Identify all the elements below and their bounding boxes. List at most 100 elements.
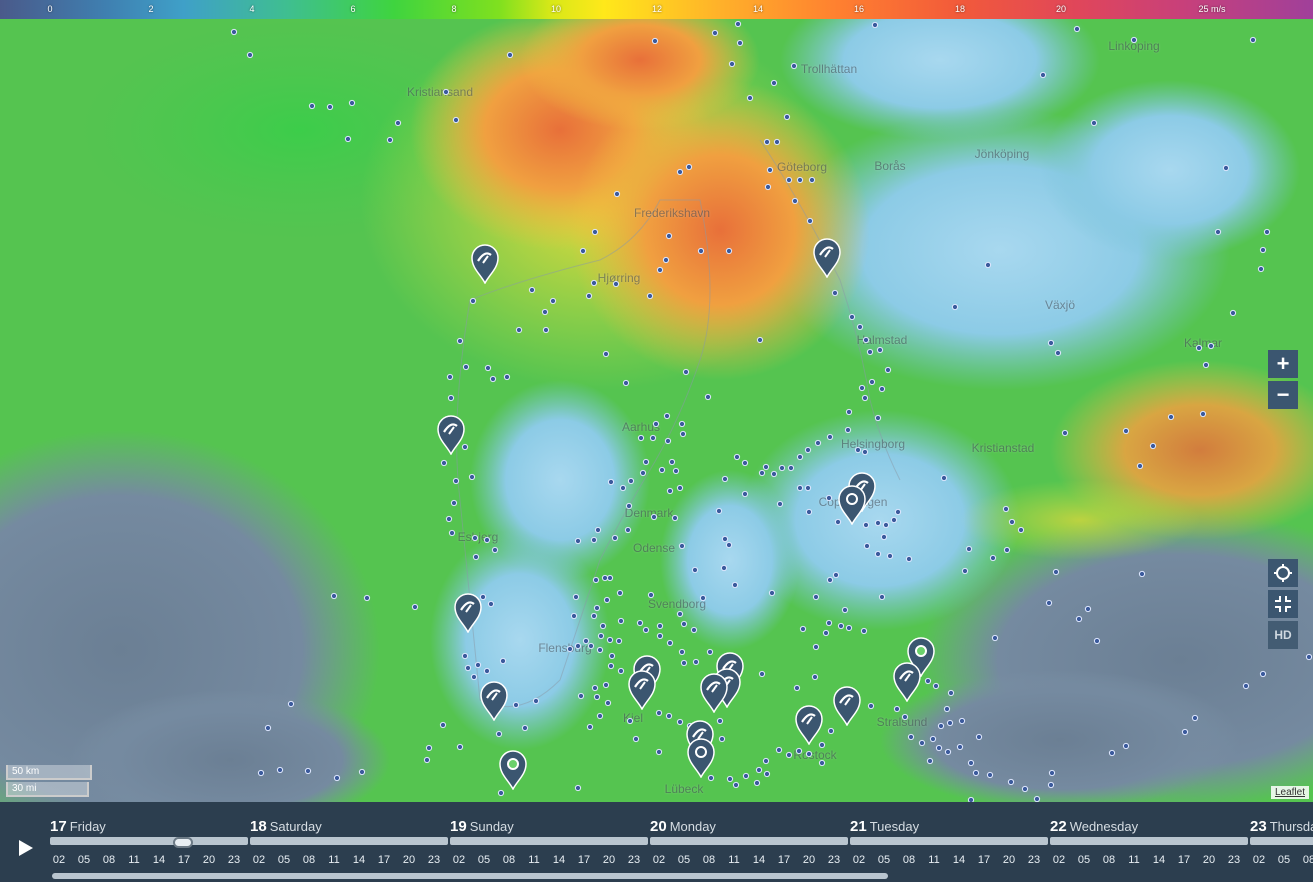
hour-label: 08 [502,854,516,866]
hour-label: 17 [577,854,591,866]
hour-label: 20 [1202,854,1216,866]
hour-label: 14 [1152,854,1166,866]
hour-label: 14 [552,854,566,866]
hd-toggle[interactable]: HD [1268,621,1298,649]
fullscreen-button[interactable] [1268,590,1298,618]
legend-tick: 0 [47,4,53,14]
hour-label: 23 [627,854,641,866]
legend-tick: 12 [651,4,663,14]
hour-label: 11 [728,854,740,866]
legend-tick: 16 [853,4,865,14]
weather-station-pin[interactable] [479,681,509,721]
day-number: 18 [250,818,267,835]
hour-label: 05 [1277,854,1291,866]
day-number: 22 [1050,818,1067,835]
hour-label: 23 [427,854,441,866]
weather-station-pin[interactable] [812,238,842,278]
hour-label: 17 [977,854,991,866]
timeline-scrollbar[interactable] [52,873,888,879]
day-track[interactable] [1250,837,1313,845]
day-name: Saturday [269,819,322,834]
day-track[interactable] [850,837,1048,845]
timeline-handle[interactable] [173,837,193,848]
locate-button[interactable] [1268,559,1298,587]
day-number: 21 [850,818,867,835]
weather-station-pin[interactable] [453,593,483,633]
scale-mi: 30 mi [6,782,89,797]
hour-label: 23 [1227,854,1241,866]
day-track[interactable] [50,837,248,845]
hour-label: 02 [1052,854,1066,866]
hour-label: 08 [1102,854,1116,866]
hour-label: 11 [1128,854,1140,866]
hour-label: 02 [452,854,466,866]
crosshair-icon [1274,564,1292,582]
weather-station-pin[interactable] [699,673,729,713]
timeline-day[interactable]: 22 Wednesday 02 05 08 11 14 17 20 23 [1050,818,1250,866]
day-number: 20 [650,818,667,835]
hour-label: 20 [402,854,416,866]
zoom-in-button[interactable]: + [1268,350,1298,378]
day-track[interactable] [450,837,648,845]
wind-speed-legend: 0 2 4 6 8 10 12 14 16 18 20 25 m/s [0,0,1313,19]
weather-station-pin[interactable] [436,415,466,455]
weather-station-pin[interactable] [470,244,500,284]
timeline-day[interactable]: 20 Monday 02 05 08 11 14 17 20 23 [650,818,850,866]
hour-label: 08 [702,854,716,866]
weather-station-pin[interactable] [832,686,862,726]
legend-tick: 18 [954,4,966,14]
legend-tick: 6 [350,4,356,14]
day-name: Monday [669,819,716,834]
hour-label: 11 [128,854,140,866]
timeline-day[interactable]: 23Thursday 02 05 08 [1250,818,1313,882]
day-name: Thursday [1269,819,1313,834]
legend-tick: 20 [1055,4,1067,14]
hour-label: 02 [652,854,666,866]
weather-station-pin[interactable] [794,705,824,745]
hour-label: 14 [352,854,366,866]
hour-label: 11 [528,854,540,866]
leaflet-attribution-link[interactable]: Leaflet [1270,786,1309,799]
wind-map[interactable]: 0 2 4 6 8 10 12 14 16 18 20 25 m/s Linkö… [0,0,1313,802]
day-track[interactable] [250,837,448,845]
timeline-day[interactable]: 21 Tuesday 02 05 08 11 14 17 20 23 [850,818,1050,866]
timeline-day[interactable]: 17 Friday 02 05 08 11 14 17 20 23 [50,818,250,866]
hour-label: 20 [602,854,616,866]
hour-label: 20 [802,854,816,866]
timeline-day[interactable]: 19 Sunday 02 05 08 11 14 17 20 23 [450,818,650,866]
hour-label: 05 [77,854,91,866]
hour-label: 02 [52,854,66,866]
play-button[interactable] [14,836,36,860]
hour-label: 14 [152,854,166,866]
hour-label: 23 [227,854,241,866]
weather-station-pin[interactable] [627,670,657,710]
location-pin[interactable] [686,738,716,778]
day-number: 17 [50,818,67,835]
hour-label: 05 [1077,854,1091,866]
forecast-timeline: 17 Friday 02 05 08 11 14 17 20 23 18 Saturday 02 0… [0,802,1313,882]
hour-label: 08 [102,854,116,866]
airport-pin[interactable] [837,485,867,525]
hour-label: 23 [827,854,841,866]
hour-label: 17 [177,854,191,866]
day-track[interactable] [1050,837,1248,845]
weather-station-pin[interactable] [892,662,922,702]
hour-label: 14 [752,854,766,866]
hour-label: 08 [1302,854,1313,866]
hour-label: 11 [928,854,940,866]
hour-label: 02 [252,854,266,866]
hour-label: 05 [277,854,291,866]
hour-label: 05 [477,854,491,866]
hour-label: 02 [852,854,866,866]
hour-label: 17 [377,854,391,866]
day-number: 23 [1250,818,1267,835]
zoom-out-button[interactable]: − [1268,381,1298,409]
location-pin[interactable] [498,750,528,790]
legend-tick: 2 [148,4,154,14]
day-track[interactable] [650,837,848,845]
hour-label: 17 [777,854,791,866]
hour-label: 14 [952,854,966,866]
timeline-day[interactable]: 18 Saturday 02 05 08 11 14 17 20 23 [250,818,450,866]
hour-label: 20 [1002,854,1016,866]
day-name: Wednesday [1069,819,1139,834]
